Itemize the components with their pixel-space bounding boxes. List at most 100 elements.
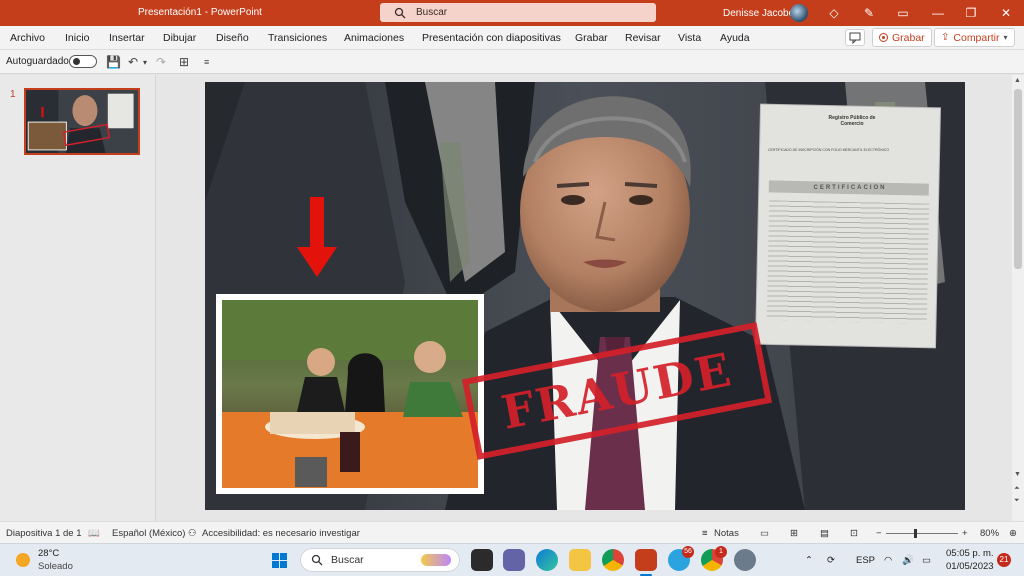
thumbnail-pane: 1 xyxy=(0,75,156,521)
chrome-profile-icon[interactable]: 1 xyxy=(701,546,727,571)
tab-archivo[interactable]: Archivo xyxy=(10,32,45,44)
task-view-icon[interactable] xyxy=(471,549,493,571)
settings-icon[interactable] xyxy=(734,549,756,571)
autosave-toggle[interactable] xyxy=(69,55,97,68)
tab-animaciones[interactable]: Animaciones xyxy=(344,32,404,44)
window-title: Presentación1 - PowerPoint xyxy=(138,7,262,18)
tab-diseno[interactable]: Diseño xyxy=(216,32,249,44)
share-button[interactable]: ⇪ Compartir ▾ xyxy=(934,28,1015,47)
certificate-title: Registro Público de Comercio xyxy=(828,115,876,127)
wifi-icon[interactable]: ◠ xyxy=(884,555,892,566)
minimize-icon[interactable]: — xyxy=(930,5,946,21)
battery-icon[interactable]: ▭ xyxy=(922,555,931,566)
clock-time[interactable]: 05:05 p. m. xyxy=(946,548,994,559)
zoom-level[interactable]: 80% xyxy=(980,528,999,539)
tab-inicio[interactable]: Inicio xyxy=(65,32,90,44)
save-icon[interactable]: 💾 xyxy=(106,55,121,69)
presenter-icon[interactable]: ⊞ xyxy=(179,55,189,69)
taskbar-search[interactable]: Buscar xyxy=(300,548,460,572)
diamond-icon[interactable]: ◇ xyxy=(826,5,842,21)
slide[interactable]: Registro Público de Comercio CERTIFICADO… xyxy=(205,82,965,510)
clock-date[interactable]: 01/05/2023 xyxy=(946,561,994,572)
scroll-up-icon[interactable]: ▲ xyxy=(1014,77,1021,84)
windows-start-icon[interactable] xyxy=(272,553,287,568)
vertical-scrollbar[interactable]: ▲ ▼ ⏶ ⏷ xyxy=(1012,75,1024,521)
record-label: Grabar xyxy=(892,31,925,44)
red-arrow-shaft xyxy=(310,197,324,249)
undo-dropdown-icon[interactable]: ▾ xyxy=(143,58,147,67)
scroll-down-icon[interactable]: ▼ xyxy=(1014,471,1021,478)
ribbon-tabs: Archivo Inicio Insertar Dibujar Diseño T… xyxy=(0,26,1024,50)
accessibility-status[interactable]: Accesibilidad: es necesario investigar xyxy=(202,528,360,539)
edge-icon[interactable] xyxy=(536,549,558,571)
restore-icon[interactable]: ❐ xyxy=(963,5,979,21)
title-bar: Presentación1 - PowerPoint Buscar Deniss… xyxy=(0,0,1024,26)
certificate-banner: CERTIFICACION xyxy=(813,185,887,191)
scrollbar-thumb[interactable] xyxy=(1014,89,1022,269)
spelling-icon[interactable]: 📖 xyxy=(88,528,100,539)
slide-sorter-icon[interactable]: ⊞ xyxy=(790,528,798,539)
certificate-subtitle: CERTIFICADO DE INSCRIPCIÓN CON FOLIO MER… xyxy=(768,148,889,152)
slide-thumbnail[interactable] xyxy=(24,88,140,155)
normal-view-icon[interactable]: ▭ xyxy=(760,528,769,539)
notification-badge[interactable]: 21 xyxy=(997,553,1011,567)
tab-insertar[interactable]: Insertar xyxy=(109,32,145,44)
slide-number: 1 xyxy=(10,89,16,100)
weather-temperature[interactable]: 28°C xyxy=(38,548,59,559)
ribbon-display-icon[interactable]: ▭ xyxy=(895,5,911,21)
zoom-in-icon[interactable]: + xyxy=(962,528,968,539)
notes-icon[interactable]: ≡ xyxy=(702,528,708,539)
reading-view-icon[interactable]: ▤ xyxy=(820,528,829,539)
search-icon xyxy=(394,7,406,18)
prev-slide-icon[interactable]: ⏶ xyxy=(1014,485,1020,493)
chat-icon[interactable] xyxy=(503,549,525,571)
language-status[interactable]: Español (México) xyxy=(112,528,185,539)
redo-icon[interactable]: ↷ xyxy=(156,55,166,69)
quick-access-toolbar: Autoguardado 💾 ↶ ▾ ↷ ⊞ ≡ xyxy=(0,50,1024,74)
avatar[interactable] xyxy=(790,4,808,22)
zoom-out-icon[interactable]: − xyxy=(876,528,882,539)
tab-vista[interactable]: Vista xyxy=(678,32,701,44)
tab-ayuda[interactable]: Ayuda xyxy=(720,32,750,44)
user-name[interactable]: Denisse Jacobo xyxy=(723,8,794,19)
close-icon[interactable]: ✕ xyxy=(998,5,1014,21)
sync-icon[interactable]: ⟳ xyxy=(827,555,835,566)
slide-thumbnail-image xyxy=(26,90,138,153)
chevron-up-icon[interactable]: ⌃ xyxy=(805,555,813,566)
tab-transiciones[interactable]: Transiciones xyxy=(268,32,327,44)
sun-icon[interactable] xyxy=(16,553,30,567)
input-language[interactable]: ESP xyxy=(856,555,875,566)
tab-grabar[interactable]: Grabar xyxy=(575,32,608,44)
weather-description[interactable]: Soleado xyxy=(38,561,73,572)
powerpoint-icon[interactable] xyxy=(635,549,657,571)
tab-revisar[interactable]: Revisar xyxy=(625,32,661,44)
search-placeholder: Buscar xyxy=(416,7,448,18)
inset-photo xyxy=(216,294,484,494)
volume-icon[interactable]: 🔊 xyxy=(902,555,914,566)
pen-icon[interactable]: ✎ xyxy=(861,5,877,21)
undo-icon[interactable]: ↶ xyxy=(128,55,138,69)
file-explorer-icon[interactable] xyxy=(569,549,591,571)
telegram-badge: 56 xyxy=(682,546,694,558)
telegram-icon[interactable]: 56 xyxy=(668,546,694,571)
tab-dibujar[interactable]: Dibujar xyxy=(163,32,196,44)
taskbar-search-label: Buscar xyxy=(331,554,364,566)
slideshow-icon[interactable]: ⊡ xyxy=(850,528,858,539)
notes-button[interactable]: Notas xyxy=(714,528,739,539)
status-bar: Diapositiva 1 de 1 📖 Español (México) ⚇ … xyxy=(0,521,1024,543)
zoom-slider-thumb[interactable] xyxy=(914,529,917,538)
next-slide-icon[interactable]: ⏷ xyxy=(1014,497,1020,505)
chrome-icon[interactable] xyxy=(602,549,624,571)
comments-button[interactable] xyxy=(845,29,865,46)
tab-presentacion[interactable]: Presentación con diapositivas xyxy=(422,32,561,44)
share-icon: ⇪ xyxy=(941,32,950,43)
search-box[interactable]: Buscar xyxy=(380,3,656,22)
customize-qat-icon[interactable]: ≡ xyxy=(204,57,209,67)
zoom-slider[interactable] xyxy=(886,529,958,538)
share-label: Compartir xyxy=(953,31,1000,44)
chrome-badge: 1 xyxy=(715,546,727,558)
accessibility-icon[interactable]: ⚇ xyxy=(188,528,197,539)
slide-canvas: Registro Público de Comercio CERTIFICADO… xyxy=(157,75,1012,521)
record-button[interactable]: Grabar xyxy=(872,28,932,47)
fit-to-window-icon[interactable]: ⊕ xyxy=(1009,528,1017,539)
